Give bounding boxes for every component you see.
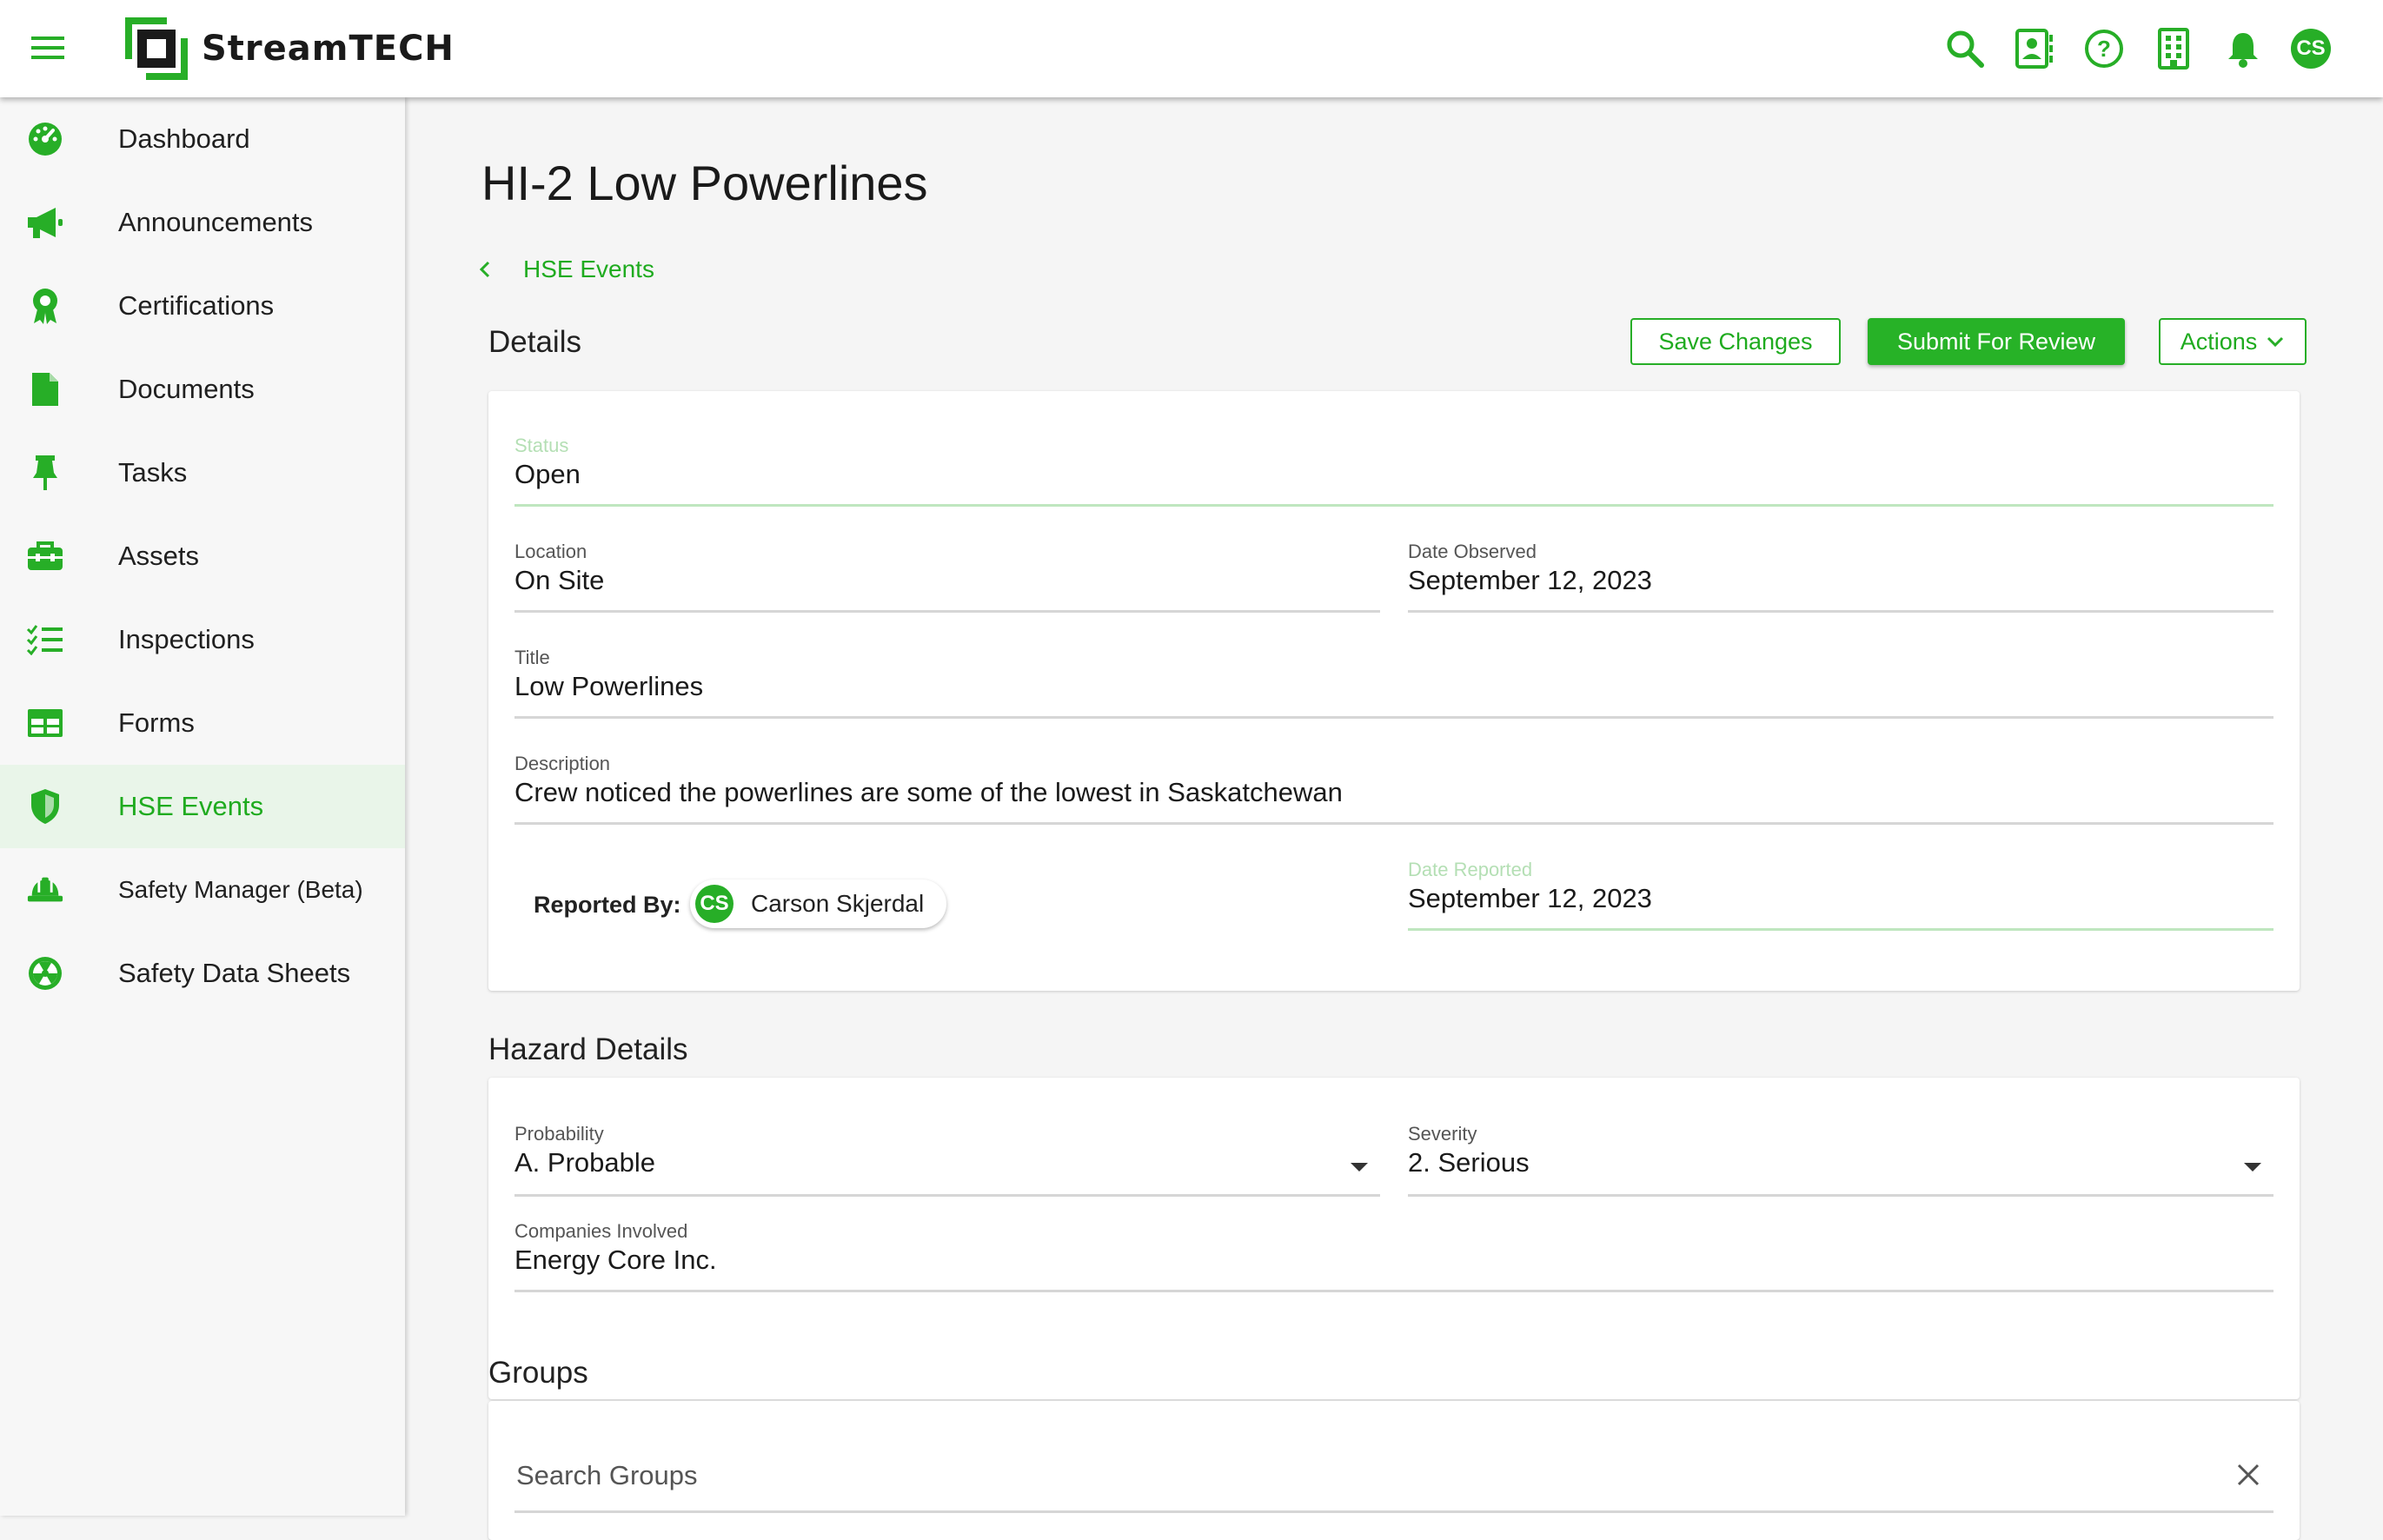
- shield-icon: [26, 787, 64, 826]
- brand-logo[interactable]: StreamTECH: [123, 16, 455, 82]
- sidebar-item-hse-events[interactable]: HSE Events: [0, 765, 405, 848]
- breadcrumb[interactable]: HSE Events: [478, 256, 654, 283]
- hazard-details-card: Probability A. Probable Severity 2. Seri…: [488, 1078, 2300, 1399]
- save-changes-button[interactable]: Save Changes: [1630, 318, 1841, 365]
- sidebar-item-label: Documents: [118, 374, 255, 404]
- sidebar-item-safety-manager[interactable]: Safety Manager (Beta): [0, 848, 405, 932]
- logo-mark-icon: [125, 17, 188, 80]
- search-groups-field[interactable]: [514, 1439, 2277, 1513]
- severity-value: 2. Serious: [1408, 1147, 1530, 1178]
- sidebar-item-label: Assets: [118, 541, 200, 571]
- sidebar-item-label: Dashboard: [118, 123, 250, 154]
- location-value: On Site: [514, 565, 605, 595]
- document-icon: [26, 370, 64, 408]
- top-app-bar: StreamTECH ? CS: [0, 0, 2383, 97]
- dashboard-icon: [26, 120, 64, 158]
- reporter-name: Carson Skjerdal: [751, 890, 925, 917]
- caret-down-icon: [1351, 1163, 1368, 1172]
- sidebar-item-label: Announcements: [118, 207, 314, 237]
- companies-involved-value: Energy Core Inc.: [514, 1245, 717, 1275]
- caret-down-icon: [2244, 1163, 2261, 1172]
- search-groups-input[interactable]: [514, 1439, 2277, 1512]
- groups-section-title: Groups: [488, 1356, 588, 1390]
- companies-involved-field[interactable]: Companies Involved Energy Core Inc.: [514, 1220, 2273, 1292]
- probability-select[interactable]: Probability A. Probable: [514, 1123, 1380, 1197]
- sidebar-item-label: Inspections: [118, 624, 255, 654]
- brand-name: StreamTECH: [202, 29, 455, 69]
- groups-card: [488, 1401, 2300, 1540]
- megaphone-icon: [26, 203, 64, 242]
- checklist-icon: [26, 621, 64, 659]
- reporter-avatar: CS: [695, 885, 733, 923]
- description-value: Crew noticed the powerlines are some of …: [514, 777, 1343, 807]
- sidebar-item-label: Tasks: [118, 457, 188, 488]
- title-field[interactable]: Title Low Powerlines: [514, 647, 2273, 719]
- sidebar-item-inspections[interactable]: Inspections: [0, 598, 405, 681]
- title-value: Low Powerlines: [514, 671, 704, 701]
- companies-involved-label: Companies Involved: [514, 1220, 688, 1242]
- sidebar-item-safety-data-sheets[interactable]: Safety Data Sheets: [0, 932, 405, 1015]
- actions-button[interactable]: Actions: [2159, 318, 2307, 365]
- reported-by-chip[interactable]: CS Carson Skjerdal: [690, 880, 947, 928]
- sidebar-item-dashboard[interactable]: Dashboard: [0, 97, 405, 181]
- sidebar-item-assets[interactable]: Assets: [0, 514, 405, 598]
- actions-button-label: Actions: [2180, 328, 2258, 355]
- severity-label: Severity: [1408, 1123, 1477, 1145]
- date-reported-label: Date Reported: [1408, 859, 1533, 880]
- main-content: HI-2 Low Powerlines HSE Events Details S…: [405, 97, 2383, 1540]
- sidebar-item-label: Forms: [118, 707, 195, 738]
- details-card: Status Open Location On Site Date Observ…: [488, 391, 2300, 991]
- description-label: Description: [514, 753, 611, 774]
- contact-card-icon[interactable]: [2013, 27, 2056, 70]
- pin-icon: [26, 454, 64, 492]
- table-icon: [26, 704, 64, 742]
- toolbox-icon: [26, 537, 64, 575]
- severity-select[interactable]: Severity 2. Serious: [1408, 1123, 2273, 1197]
- sidebar-item-label: HSE Events: [118, 791, 264, 821]
- description-field[interactable]: Description Crew noticed the powerlines …: [514, 753, 2273, 825]
- hardhat-icon: [26, 871, 64, 909]
- help-icon[interactable]: ?: [2082, 27, 2126, 70]
- building-icon[interactable]: [2152, 27, 2195, 70]
- probability-value: A. Probable: [514, 1147, 655, 1178]
- sidebar-item-label: Safety Data Sheets: [118, 958, 351, 988]
- date-reported-field: Date Reported September 12, 2023: [1408, 859, 2273, 931]
- sidebar-item-certifications[interactable]: Certifications: [0, 264, 405, 348]
- chevron-down-icon: [2267, 336, 2284, 348]
- status-field[interactable]: Status Open: [514, 435, 2273, 507]
- hazard-section-title: Hazard Details: [488, 1032, 688, 1066]
- hazard-icon: [26, 954, 64, 992]
- sidebar-item-documents[interactable]: Documents: [0, 348, 405, 431]
- date-observed-label: Date Observed: [1408, 541, 1537, 562]
- sidebar-item-label: Certifications: [118, 290, 275, 321]
- sidebar-nav: Dashboard Announcements Certifications D…: [0, 97, 405, 1516]
- award-icon: [26, 287, 64, 325]
- location-field[interactable]: Location On Site: [514, 541, 1380, 613]
- location-label: Location: [514, 541, 587, 562]
- sidebar-item-tasks[interactable]: Tasks: [0, 431, 405, 514]
- date-reported-value: September 12, 2023: [1408, 883, 1652, 913]
- submit-for-review-button[interactable]: Submit For Review: [1868, 318, 2125, 365]
- user-avatar[interactable]: CS: [2291, 29, 2331, 69]
- sidebar-item-label: Safety Manager (Beta): [118, 876, 363, 903]
- page-title: HI-2 Low Powerlines: [481, 156, 928, 210]
- status-label: Status: [514, 435, 569, 456]
- date-observed-field[interactable]: Date Observed September 12, 2023: [1408, 541, 2273, 613]
- probability-label: Probability: [514, 1123, 604, 1145]
- details-section-title: Details: [488, 325, 581, 359]
- menu-icon[interactable]: [31, 35, 66, 61]
- search-icon[interactable]: [1943, 27, 1987, 70]
- breadcrumb-link[interactable]: HSE Events: [523, 256, 654, 283]
- reported-by-label: Reported By:: [534, 892, 681, 918]
- sidebar-item-forms[interactable]: Forms: [0, 681, 405, 765]
- title-label: Title: [514, 647, 550, 668]
- svg-text:?: ?: [2097, 36, 2111, 62]
- status-value: Open: [514, 459, 581, 489]
- chevron-left-icon: [479, 261, 490, 278]
- date-observed-value: September 12, 2023: [1408, 565, 1652, 595]
- bell-icon[interactable]: [2221, 27, 2265, 70]
- sidebar-item-announcements[interactable]: Announcements: [0, 181, 405, 264]
- close-icon[interactable]: [2235, 1462, 2261, 1488]
- top-actions: ? CS: [1943, 23, 2331, 75]
